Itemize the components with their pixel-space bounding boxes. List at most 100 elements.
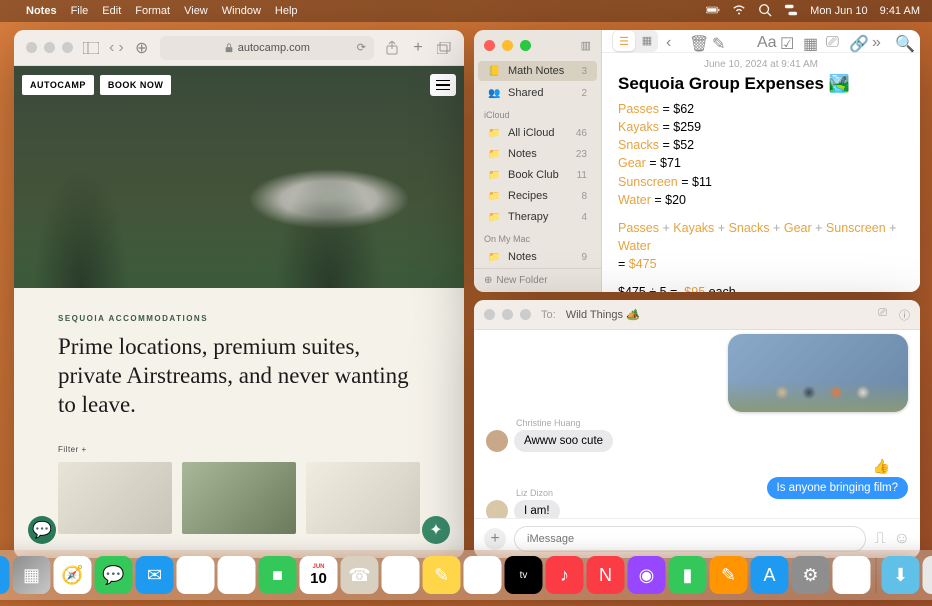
media-icon[interactable]: ⎚	[826, 34, 841, 49]
dock-app-settings[interactable]: ⚙	[792, 556, 830, 594]
sidebar-item-folder[interactable]: 📁All iCloud46	[478, 123, 597, 143]
dock-app-news[interactable]: N	[587, 556, 625, 594]
battery-icon[interactable]	[706, 3, 720, 20]
dock-app-mail[interactable]: ✉	[136, 556, 174, 594]
facetime-icon[interactable]: ⎚	[878, 307, 887, 323]
dock-app-numbers[interactable]: ▮	[669, 556, 707, 594]
dock-app-maps[interactable]: 🗺	[177, 556, 215, 594]
dock-app-music[interactable]: ♪	[546, 556, 584, 594]
view-toggle[interactable]: ☰ ▦	[612, 30, 658, 52]
dock-app-iphone[interactable]: ▯	[833, 556, 871, 594]
emoji-icon[interactable]: ☺	[894, 530, 910, 548]
search-icon[interactable]	[758, 3, 772, 20]
trash-icon[interactable]: 🗑	[689, 34, 704, 49]
new-folder-button[interactable]: ⊕ New Folder	[474, 268, 601, 292]
table-icon[interactable]: ▦	[803, 34, 818, 49]
dock-app-downloads[interactable]: ⬇	[882, 556, 920, 594]
menu-format[interactable]: Format	[135, 5, 170, 17]
menu-edit[interactable]: Edit	[102, 5, 121, 17]
sidebar-item-shared[interactable]: 👥 Shared 2	[478, 83, 597, 103]
menubar-date[interactable]: Mon Jun 10	[810, 5, 867, 17]
dock-app-appstore[interactable]: A	[751, 556, 789, 594]
menu-window[interactable]: Window	[222, 5, 261, 17]
info-icon[interactable]: ⓘ	[899, 307, 910, 323]
list-view-icon[interactable]: ☰	[613, 31, 635, 51]
compose-icon[interactable]: ✎	[712, 34, 727, 49]
menu-file[interactable]: File	[71, 5, 89, 17]
dock-app-tv[interactable]: tv	[505, 556, 543, 594]
book-now-button[interactable]: BOOK NOW	[100, 75, 172, 95]
search-icon[interactable]: 🔍	[895, 34, 910, 49]
sidebar-item-folder[interactable]: 📁Therapy4	[478, 207, 597, 227]
tapback-thumbsup[interactable]: 👍	[767, 458, 908, 475]
chat-fab[interactable]: 💬	[28, 516, 56, 544]
dock-app-contacts[interactable]: ☎	[341, 556, 379, 594]
url-field[interactable]: autocamp.com ⟳	[160, 36, 374, 60]
hamburger-menu[interactable]	[430, 74, 456, 96]
dock-app-freeform[interactable]: ✏	[464, 556, 502, 594]
control-center-icon[interactable]	[784, 3, 798, 20]
dock-app-reminders[interactable]: ☰	[382, 556, 420, 594]
format-icon[interactable]: Aa	[757, 34, 772, 49]
tabs-icon[interactable]	[436, 42, 452, 54]
grid-view-icon[interactable]: ▦	[636, 30, 658, 50]
dock-app-pages[interactable]: ✎	[710, 556, 748, 594]
sidebar-item-folder[interactable]: 📁Notes9	[478, 247, 597, 267]
dock-app-messages[interactable]: 💬	[95, 556, 133, 594]
message-bubble[interactable]: I am!	[514, 500, 560, 518]
close-button[interactable]	[26, 42, 37, 53]
zoom-button[interactable]	[520, 309, 531, 320]
share-icon[interactable]	[384, 41, 400, 55]
dock-app-photos[interactable]: ❀	[218, 556, 256, 594]
apps-button[interactable]: +	[484, 528, 506, 550]
minimize-button[interactable]	[502, 309, 513, 320]
reload-icon[interactable]: ⟳	[357, 41, 366, 54]
minimize-button[interactable]	[44, 42, 55, 53]
shield-icon[interactable]: ⊕	[134, 38, 150, 58]
dock-app-launchpad[interactable]: ▦	[13, 556, 51, 594]
conversation-name[interactable]: Wild Things 🏕️	[566, 308, 640, 321]
menubar-time[interactable]: 9:41 AM	[880, 5, 920, 17]
sidebar-item-folder[interactable]: 📁Recipes8	[478, 186, 597, 206]
forward-button[interactable]: ›	[118, 39, 123, 57]
close-button[interactable]	[484, 309, 495, 320]
zoom-button[interactable]	[520, 40, 531, 51]
filter-button[interactable]: Filter +	[58, 445, 420, 454]
dock-app-notes[interactable]: ✎	[423, 556, 461, 594]
avatar[interactable]	[486, 500, 508, 518]
dock-app-safari[interactable]: 🧭	[54, 556, 92, 594]
message-input[interactable]	[514, 526, 866, 552]
message-thread[interactable]: Christine Huang Awww soo cute 👍 Is anyon…	[474, 330, 920, 518]
sidebar-item-mathnotes[interactable]: 📒 Math Notes 3	[478, 61, 597, 81]
more-icon[interactable]: »	[872, 34, 887, 49]
accessibility-fab[interactable]: ✦	[422, 516, 450, 544]
thumbnail-2[interactable]	[182, 462, 296, 534]
thumbnail-3[interactable]	[306, 462, 420, 534]
app-menu[interactable]: Notes	[26, 5, 57, 17]
sidebar-icon[interactable]	[83, 42, 99, 54]
dock-app-calendar[interactable]: JUN10	[300, 556, 338, 594]
message-bubble-mine[interactable]: Is anyone bringing film?	[767, 477, 908, 499]
brand-logo[interactable]: AUTOCAMP	[22, 75, 94, 95]
new-tab-icon[interactable]: +	[410, 39, 426, 57]
wifi-icon[interactable]	[732, 3, 746, 20]
note-content[interactable]: June 10, 2024 at 9:41 AM Sequoia Group E…	[602, 53, 920, 292]
avatar[interactable]	[486, 430, 508, 452]
dock-app-finder[interactable]: ☺	[0, 556, 10, 594]
image-message[interactable]	[728, 334, 908, 412]
dock-app-trash[interactable]: 🗑	[923, 556, 932, 594]
sidebar-item-folder[interactable]: 📁Notes23	[478, 144, 597, 164]
audio-icon[interactable]: ⎍	[874, 530, 885, 548]
close-button[interactable]	[484, 40, 495, 51]
link-icon[interactable]: 🔗	[849, 34, 864, 49]
sidebar-item-folder[interactable]: 📁Book Club11	[478, 165, 597, 185]
dock-app-podcasts[interactable]: ◉	[628, 556, 666, 594]
menu-help[interactable]: Help	[275, 5, 298, 17]
zoom-button[interactable]	[62, 42, 73, 53]
thumbnail-1[interactable]	[58, 462, 172, 534]
menu-view[interactable]: View	[184, 5, 208, 17]
sidebar-toggle-icon[interactable]: ▥	[581, 39, 591, 52]
checklist-icon[interactable]: ☑	[780, 34, 795, 49]
back-button[interactable]: ‹	[109, 39, 114, 57]
message-bubble[interactable]: Awww soo cute	[514, 430, 613, 452]
